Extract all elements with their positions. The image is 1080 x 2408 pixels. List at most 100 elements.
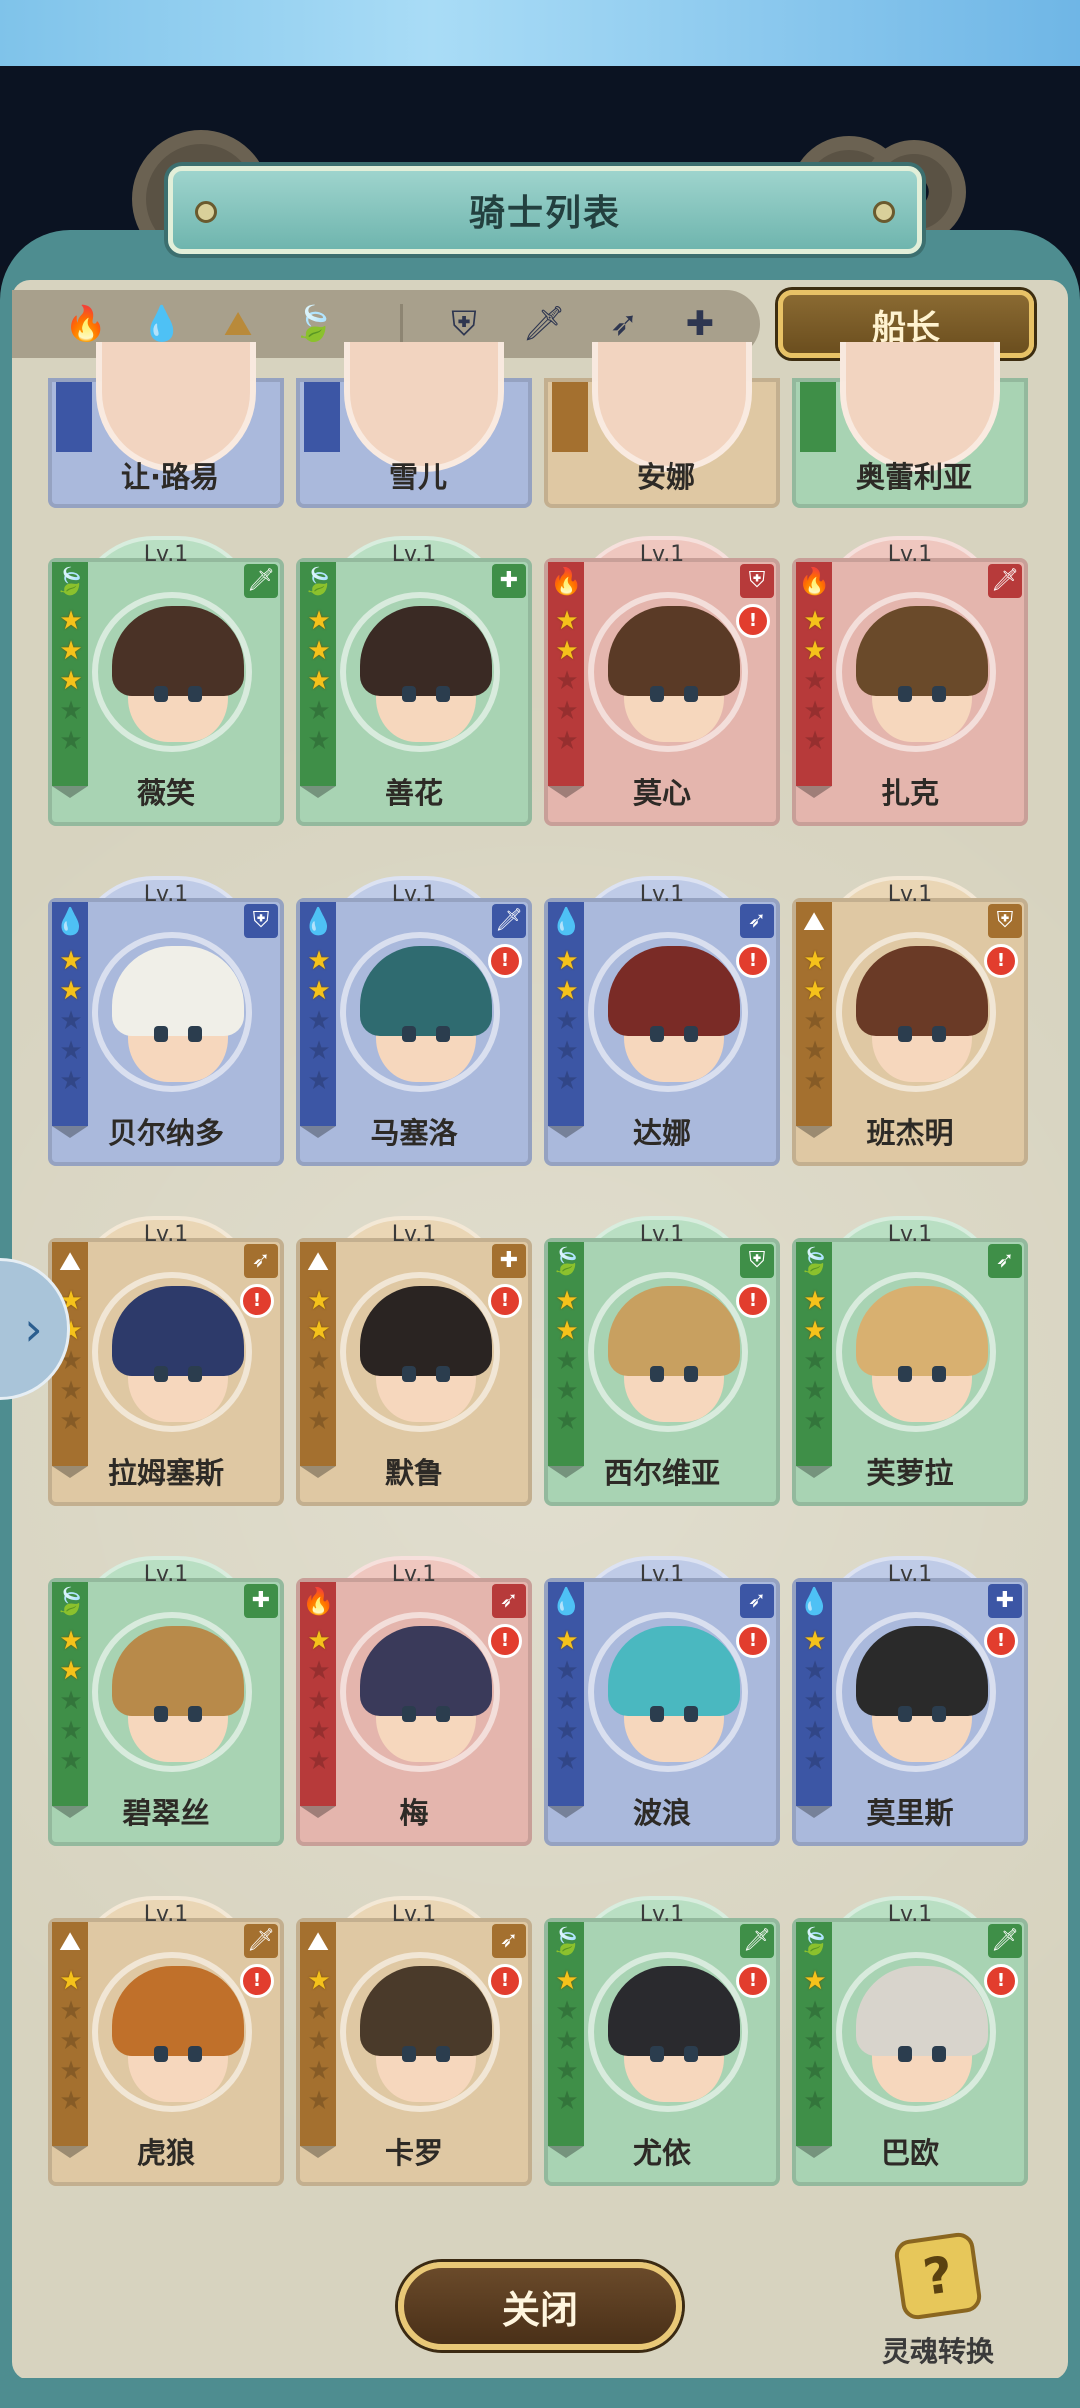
star-icon: ★ bbox=[307, 606, 331, 636]
star-icon: ★ bbox=[59, 636, 83, 666]
star-icon: ★ bbox=[307, 1406, 331, 1436]
star-icon: ★ bbox=[59, 1686, 83, 1716]
knight-card[interactable]: Lv.1 🍃 ★ ★ ★ ★ ★ ✚ 碧翠丝 bbox=[48, 1556, 284, 1846]
star-rating: ★ ★ ★ ★ ★ bbox=[306, 1286, 332, 1436]
earth-element-icon: ⛰ bbox=[307, 1927, 329, 1957]
knight-portrait bbox=[588, 932, 748, 1092]
earth-element-icon: ⛰ bbox=[59, 1247, 81, 1277]
bow-class-icon[interactable]: ➶ bbox=[602, 302, 646, 346]
portrait-eye bbox=[650, 1366, 664, 1382]
wind-element-icon: 🍃 bbox=[798, 1247, 831, 1277]
portrait-hair bbox=[112, 1966, 244, 2056]
knight-card[interactable]: Lv.1 🍃 ★ ★ ★ ★ ★ 🗡! 尤依 bbox=[544, 1896, 780, 2186]
star-icon: ★ bbox=[59, 2026, 83, 2056]
portrait-eye bbox=[684, 1706, 698, 1722]
star-rating: ★ ★ ★ ★ ★ bbox=[58, 1626, 84, 1776]
star-icon: ★ bbox=[555, 1406, 579, 1436]
star-rating: ★ ★ ★ ★ ★ bbox=[802, 1626, 828, 1776]
soul-convert-button[interactable]: ? 灵魂转换 bbox=[868, 2230, 1008, 2370]
star-icon: ★ bbox=[803, 1006, 827, 1036]
star-icon: ★ bbox=[803, 726, 827, 756]
portrait-hair bbox=[856, 946, 988, 1036]
portrait-eye bbox=[154, 1026, 168, 1042]
card-ribbon bbox=[304, 382, 340, 452]
bow-class-icon: ➶ bbox=[740, 904, 774, 938]
star-rating: ★ ★ ★ ★ ★ bbox=[554, 1966, 580, 2116]
knight-portrait bbox=[588, 592, 748, 752]
knight-card[interactable]: Lv.1 🍃 ★ ★ ★ ★ ★ 🗡 薇笑 bbox=[48, 536, 284, 826]
knight-card[interactable]: Lv.1 🍃 ★ ★ ★ ★ ★ ⛨! 西尔维亚 bbox=[544, 1216, 780, 1506]
star-icon: ★ bbox=[59, 666, 83, 696]
knight-card-partial[interactable]: 奥蕾利亚 bbox=[792, 342, 1028, 508]
portrait-hair bbox=[856, 1966, 988, 2056]
knight-card[interactable]: Lv.1 ⛰ ★ ★ ★ ★ ★ ➶! 卡罗 bbox=[296, 1896, 532, 2186]
portrait-eye bbox=[898, 1366, 912, 1382]
new-alert-badge: ! bbox=[488, 1284, 522, 1318]
knight-card[interactable]: Lv.1 🔥 ★ ★ ★ ★ ★ 🗡 扎克 bbox=[792, 536, 1028, 826]
star-icon: ★ bbox=[307, 1316, 331, 1346]
star-icon: ★ bbox=[307, 1346, 331, 1376]
star-icon: ★ bbox=[307, 1036, 331, 1066]
fire-element-icon: 🔥 bbox=[798, 567, 831, 597]
fire-element-icon: 🔥 bbox=[550, 567, 583, 597]
portrait-hair bbox=[112, 606, 244, 696]
knight-card[interactable]: Lv.1 🔥 ★ ★ ★ ★ ★ ➶! 梅 bbox=[296, 1556, 532, 1846]
knight-card[interactable]: Lv.1 🔥 ★ ★ ★ ★ ★ ⛨! 莫心 bbox=[544, 536, 780, 826]
knight-portrait bbox=[92, 592, 252, 752]
close-button[interactable]: 关闭 bbox=[398, 2262, 682, 2350]
star-rating: ★ ★ ★ ★ ★ bbox=[58, 606, 84, 756]
sword-class-icon[interactable]: 🗡 bbox=[522, 302, 566, 346]
star-icon: ★ bbox=[555, 2056, 579, 2086]
new-alert-badge: ! bbox=[736, 604, 770, 638]
shield-class-icon: ⛨ bbox=[740, 564, 774, 598]
knight-card-partial[interactable]: 雪儿 bbox=[296, 342, 532, 508]
knight-card-partial[interactable]: 让·路易 bbox=[48, 342, 284, 508]
shield-class-icon: ⛨ bbox=[988, 904, 1022, 938]
portrait-hair bbox=[608, 606, 740, 696]
new-alert-badge: ! bbox=[984, 1624, 1018, 1658]
knight-portrait bbox=[836, 1272, 996, 1432]
knight-name: 扎克 bbox=[880, 776, 939, 810]
knight-card[interactable]: Lv.1 💧 ★ ★ ★ ★ ★ ⛨ 贝尔纳多 bbox=[48, 876, 284, 1166]
star-icon: ★ bbox=[307, 2026, 331, 2056]
knight-card[interactable]: Lv.1 ⛰ ★ ★ ★ ★ ★ ✚! 默鲁 bbox=[296, 1216, 532, 1506]
knight-card[interactable]: Lv.1 💧 ★ ★ ★ ★ ★ 🗡! 马塞洛 bbox=[296, 876, 532, 1166]
star-icon: ★ bbox=[555, 1006, 579, 1036]
portrait-eye bbox=[932, 686, 946, 702]
knight-card-partial[interactable]: 安娜 bbox=[544, 342, 780, 508]
page-title: 骑士列表 bbox=[468, 193, 621, 234]
star-icon: ★ bbox=[307, 1966, 331, 1996]
portrait-eye bbox=[898, 686, 912, 702]
knight-card[interactable]: Lv.1 🍃 ★ ★ ★ ★ ★ ✚ 善花 bbox=[296, 536, 532, 826]
star-icon: ★ bbox=[307, 696, 331, 726]
knight-name: 薇笑 bbox=[136, 776, 195, 810]
star-icon: ★ bbox=[555, 726, 579, 756]
wind-element-icon[interactable]: 🍃 bbox=[292, 302, 336, 346]
new-alert-badge: ! bbox=[736, 1284, 770, 1318]
star-icon: ★ bbox=[803, 606, 827, 636]
knight-card[interactable]: Lv.1 💧 ★ ★ ★ ★ ★ ➶! 波浪 bbox=[544, 1556, 780, 1846]
star-icon: ★ bbox=[555, 606, 579, 636]
knight-card[interactable]: Lv.1 ⛰ ★ ★ ★ ★ ★ 🗡! 虎狼 bbox=[48, 1896, 284, 2186]
knight-name: 巴欧 bbox=[880, 2136, 939, 2170]
star-icon: ★ bbox=[307, 946, 331, 976]
healer-class-icon[interactable]: ✚ bbox=[678, 302, 722, 346]
shield-class-icon[interactable]: ⛨ bbox=[442, 302, 486, 346]
star-icon: ★ bbox=[803, 1966, 827, 1996]
knight-card[interactable]: Lv.1 ⛰ ★ ★ ★ ★ ★ ➶! 拉姆塞斯 bbox=[48, 1216, 284, 1506]
knight-card[interactable]: Lv.1 💧 ★ ★ ★ ★ ★ ➶! 达娜 bbox=[544, 876, 780, 1166]
knight-card[interactable]: Lv.1 🍃 ★ ★ ★ ★ ★ ➶ 芙萝拉 bbox=[792, 1216, 1028, 1506]
fire-element-icon[interactable]: 🔥 bbox=[64, 302, 108, 346]
star-icon: ★ bbox=[803, 1716, 827, 1746]
knight-portrait bbox=[340, 592, 500, 752]
earth-element-icon[interactable]: ⛰ bbox=[216, 302, 260, 346]
knight-card[interactable]: Lv.1 💧 ★ ★ ★ ★ ★ ✚! 莫里斯 bbox=[792, 1556, 1028, 1846]
star-icon: ★ bbox=[307, 1286, 331, 1316]
star-icon: ★ bbox=[803, 1686, 827, 1716]
star-icon: ★ bbox=[59, 1656, 83, 1686]
water-element-icon[interactable]: 💧 bbox=[140, 302, 184, 346]
knight-portrait bbox=[592, 342, 752, 472]
knight-card[interactable]: Lv.1 🍃 ★ ★ ★ ★ ★ 🗡! 巴欧 bbox=[792, 1896, 1028, 2186]
knight-card[interactable]: Lv.1 ⛰ ★ ★ ★ ★ ★ ⛨! 班杰明 bbox=[792, 876, 1028, 1166]
portrait-eye bbox=[188, 686, 202, 702]
